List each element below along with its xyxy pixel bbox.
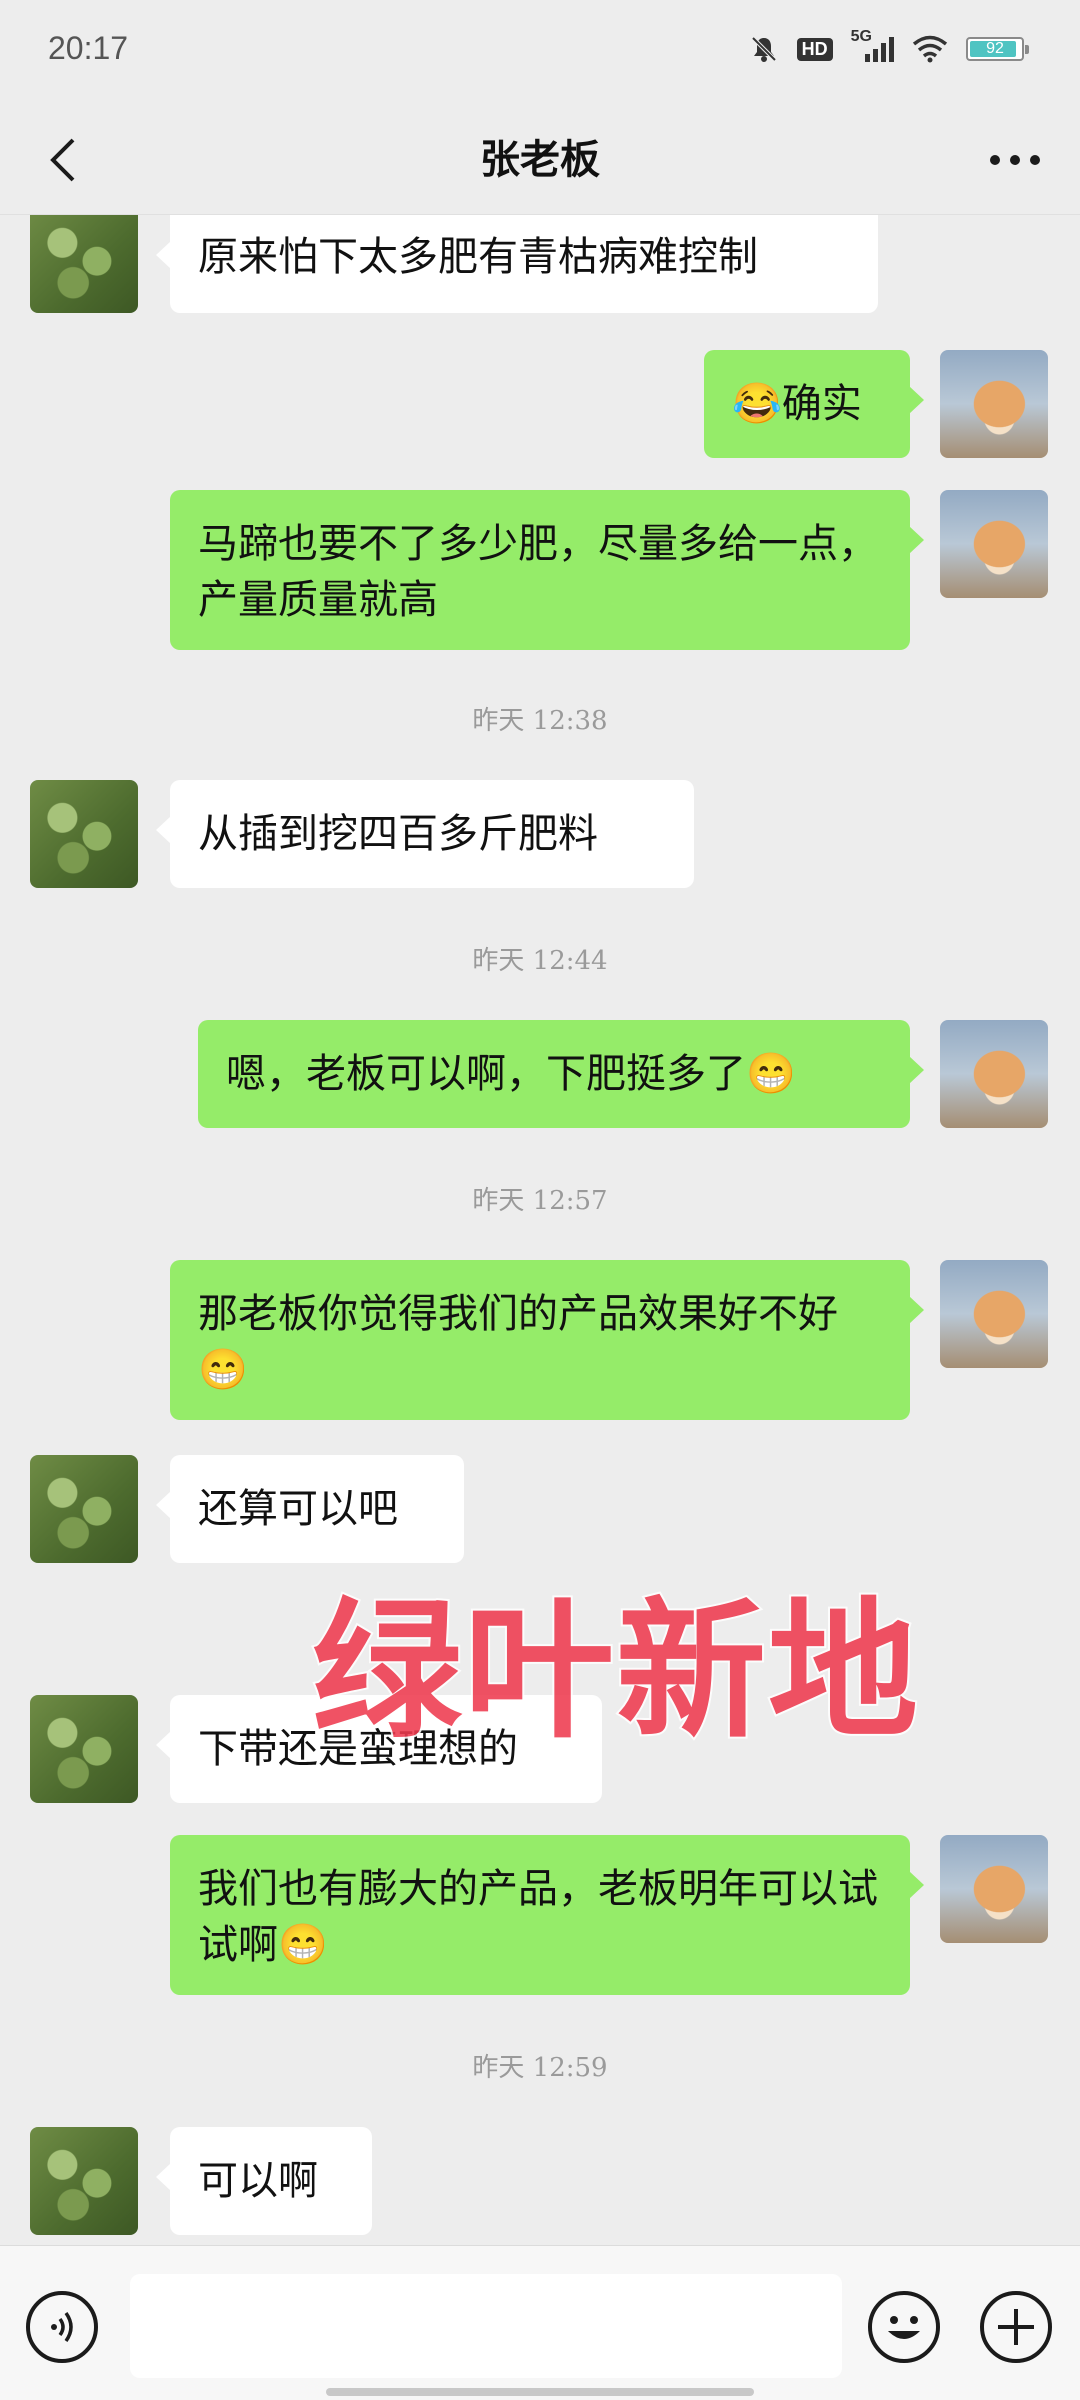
my-avatar[interactable]	[940, 490, 1048, 598]
received-message[interactable]: 还算可以吧	[156, 1455, 464, 1563]
status-time: 20:17	[48, 30, 129, 66]
emoji-icon	[888, 2316, 920, 2339]
my-avatar[interactable]	[940, 1260, 1048, 1368]
more-dots-icon	[990, 155, 1040, 165]
sent-message[interactable]: 我们也有膨大的产品，老板明年可以试试啊😁	[170, 1835, 924, 1995]
sent-message[interactable]: 嗯，老板可以啊，下肥挺多了😁	[198, 1020, 924, 1128]
contact-avatar[interactable]	[30, 1455, 138, 1563]
my-avatar[interactable]	[940, 350, 1048, 458]
sent-message[interactable]: 😂确实	[704, 350, 924, 458]
battery-icon: 92	[966, 37, 1029, 61]
message-timestamp: 昨天 12:44	[472, 946, 608, 976]
chat-messages[interactable]: 原来怕下太多肥有青枯病难控制 😂确实 马蹄也要不了多少肥，尽量多给一点，产量质量…	[0, 215, 1080, 2245]
sent-message-text: 😂确实	[732, 381, 862, 427]
emoji-button[interactable]	[868, 2291, 940, 2363]
contact-avatar[interactable]	[30, 2127, 138, 2235]
wifi-icon	[912, 35, 948, 63]
sent-message[interactable]: 马蹄也要不了多少肥，尽量多给一点，产量质量就高	[170, 490, 924, 650]
contact-avatar[interactable]	[30, 215, 138, 313]
watermark-text: 绿叶新地	[310, 1583, 921, 1761]
chat-header: 张老板	[0, 105, 1080, 215]
my-avatar[interactable]	[940, 1020, 1048, 1128]
message-input[interactable]	[130, 2274, 842, 2378]
message-timestamp: 昨天 12:38	[472, 706, 608, 736]
voice-icon	[51, 2311, 73, 2343]
contact-avatar[interactable]	[30, 1695, 138, 1803]
more-functions-button[interactable]	[980, 2291, 1052, 2363]
cellular-signal-icon: 5G	[851, 28, 894, 62]
battery-level: 92	[986, 40, 1004, 57]
my-avatar[interactable]	[940, 1835, 1048, 1943]
received-message[interactable]: 原来怕下太多肥有青枯病难控制	[156, 215, 878, 313]
contact-avatar[interactable]	[30, 780, 138, 888]
voice-button[interactable]	[26, 2291, 98, 2363]
received-message[interactable]: 可以啊	[156, 2127, 372, 2235]
mute-bell-icon	[749, 34, 779, 64]
hd-icon: HD	[796, 37, 833, 61]
input-bar	[0, 2245, 1080, 2400]
status-icons: HD 5G 92	[749, 28, 1029, 64]
sent-message[interactable]: 那老板你觉得我们的产品效果好不好😁	[170, 1260, 924, 1420]
more-button[interactable]	[980, 125, 1050, 195]
chat-title: 张老板	[480, 136, 600, 183]
network-type: 5G	[850, 28, 872, 45]
received-message[interactable]: 从插到挖四百多斤肥料	[156, 780, 694, 888]
message-timestamp: 昨天 12:59	[472, 2053, 608, 2083]
message-timestamp: 昨天 12:57	[472, 1186, 608, 1216]
plus-icon	[998, 2309, 1034, 2345]
status-bar: 20:17 HD 5G 92	[0, 0, 1080, 105]
home-indicator[interactable]	[326, 2388, 754, 2396]
